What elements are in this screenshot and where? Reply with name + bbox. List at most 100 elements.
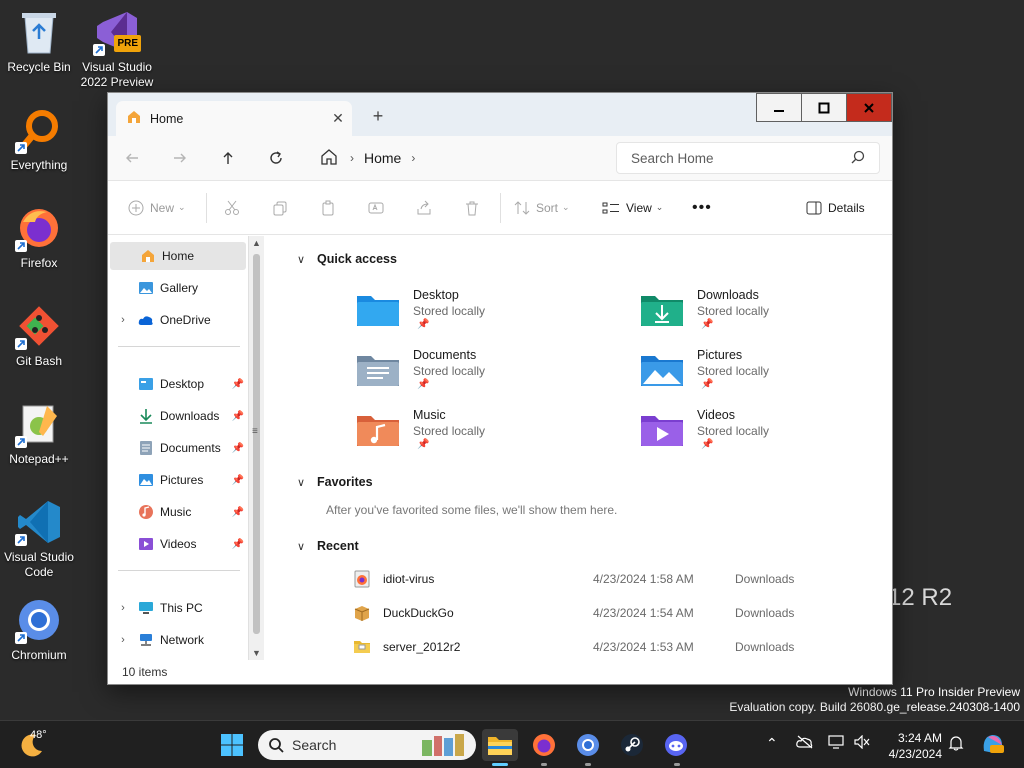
more-icon: ••• [692,198,712,216]
quick-access-downloads[interactable]: Downloads Stored locally 📌 [639,288,889,342]
start-button[interactable] [214,729,250,761]
music-icon [138,504,154,520]
nav-item-music[interactable]: Music 📌 [108,498,246,526]
search-input[interactable] [631,150,851,166]
nav-scrollbar[interactable]: ▲ ≡ ▼ [248,236,264,660]
cut-button[interactable] [224,192,240,224]
nav-item-videos[interactable]: Videos 📌 [108,530,246,558]
tab-close-icon[interactable]: ✕ [324,110,352,127]
nav-label: Gallery [160,281,199,295]
view-button[interactable]: View ⌄ [602,192,663,224]
chevron-down-icon[interactable]: ∨ [297,253,317,266]
chevron-right-icon[interactable]: › [108,634,138,646]
scrollbar-thumb[interactable] [253,254,260,634]
refresh-button[interactable] [252,136,300,180]
desktop-icon-visual-studio-preview[interactable]: PRE Visual Studio 2022 Preview [77,8,157,90]
taskbar-discord[interactable] [658,729,694,761]
chevron-right-icon[interactable]: › [411,151,415,165]
taskbar-file-explorer[interactable] [482,729,518,761]
sort-button[interactable]: Sort ⌄ [514,192,570,224]
taskbar-chromium[interactable] [570,729,606,761]
nav-item-home[interactable]: Home [110,242,246,270]
nav-item-this-pc[interactable]: › This PC [108,594,246,622]
desktop-icon-everything[interactable]: Everything [0,106,79,173]
recent-name: idiot-virus [383,572,435,586]
nav-item-pictures[interactable]: Pictures 📌 [108,466,246,494]
scroll-down-icon[interactable]: ▼ [252,648,261,658]
breadcrumb-home[interactable]: Home [364,150,401,166]
nav-item-onedrive[interactable]: › OneDrive [108,306,246,334]
chevron-down-icon[interactable]: ∨ [297,476,317,489]
quick-access-videos[interactable]: Videos Stored locally 📌 [639,408,889,462]
minimize-button[interactable] [756,93,802,122]
taskbar-firefox[interactable] [526,729,562,761]
nav-item-documents[interactable]: Documents 📌 [108,434,246,462]
search-box[interactable] [616,142,880,174]
nav-item-gallery[interactable]: Gallery [108,274,246,302]
nav-item-downloads[interactable]: Downloads 📌 [108,402,246,430]
back-button[interactable] [108,136,156,180]
new-button[interactable]: New ⌄ [128,192,186,224]
quick-access-documents[interactable]: Documents Stored locally 📌 [355,348,605,402]
maximize-button[interactable] [801,93,847,122]
desktop-icon-label: Chromium [11,648,67,662]
recent-row[interactable]: DuckDuckGo 4/23/2024 1:54 AM Downloads [353,600,833,626]
notification-bell-icon[interactable] [948,735,964,754]
chevron-right-icon[interactable]: › [350,151,354,165]
desktop-icon-notepad-plus-plus[interactable]: Notepad++ [0,400,79,467]
desktop-icon-chromium[interactable]: Chromium [0,596,79,663]
delete-button[interactable] [464,192,480,224]
taskbar-search[interactable]: Search [258,730,476,760]
paste-button[interactable] [320,192,336,224]
recent-row[interactable]: idiot-virus 4/23/2024 1:58 AM Downloads [353,566,833,592]
desktop-icon-firefox[interactable]: Firefox [0,204,79,271]
tab-home[interactable]: Home ✕ [116,101,352,136]
close-button[interactable] [846,93,892,122]
quick-access-pictures[interactable]: Pictures Stored locally 📌 [639,348,889,402]
scroll-up-icon[interactable]: ▲ [252,238,261,248]
desktop-icon-vscode[interactable]: Visual Studio Code [0,498,79,580]
recent-row[interactable]: server_2012r2 4/23/2024 1:53 AM Download… [353,634,833,660]
copy-button[interactable] [272,192,288,224]
rename-button[interactable] [368,192,384,224]
new-tab-button[interactable]: + [366,104,390,128]
nav-item-desktop[interactable]: Desktop 📌 [108,370,246,398]
quick-access-desktop[interactable]: Desktop Stored locally 📌 [355,288,605,342]
firefox-icon [15,204,63,252]
more-options-button[interactable]: ••• [692,192,712,224]
details-pane-button[interactable]: Details [806,192,865,224]
volume-muted-icon[interactable] [854,734,870,752]
tile-sub: Stored locally [697,364,770,378]
taskbar-steam[interactable] [614,729,650,761]
network-icon [138,632,154,648]
quick-access-music[interactable]: Music Stored locally 📌 [355,408,605,462]
forward-button[interactable] [156,136,204,180]
address-field[interactable]: › Home › [308,142,606,174]
show-hidden-icons-chevron-up-icon[interactable]: ⌃ [766,735,778,752]
desktop-icon-git-bash[interactable]: Git Bash [0,302,79,369]
git-bash-icon [15,302,63,350]
up-button[interactable] [204,136,252,180]
file-explorer-window: Home ✕ + › Home › Search Home New ⌄ Sort… [108,93,892,684]
system-clock[interactable]: 3:24 AM 4/23/2024 [889,730,942,762]
nav-item-network[interactable]: › Network [108,626,246,654]
chevron-right-icon[interactable]: › [108,602,138,614]
shortcut-arrow-icon [15,632,27,644]
chevron-right-icon[interactable]: › [108,314,138,326]
home-outline-icon[interactable] [320,148,338,169]
section-favorites[interactable]: ∨ Favorites [297,475,373,489]
section-recent[interactable]: ∨ Recent [297,539,359,553]
chevron-down-icon[interactable]: ∨ [297,540,317,553]
section-quick-access[interactable]: ∨ Quick access [297,252,397,266]
onedrive-offline-icon[interactable] [796,735,814,752]
shortcut-arrow-icon [15,240,27,252]
recycle-bin-icon [15,8,63,56]
weather-widget[interactable]: 48° [18,729,47,759]
section-title: Favorites [317,475,373,489]
copilot-icon[interactable] [980,731,1006,760]
search-icon[interactable] [851,150,865,167]
desktop-icon-recycle-bin[interactable]: Recycle Bin [0,8,79,75]
share-button[interactable] [416,192,432,224]
shortcut-arrow-icon [15,338,27,350]
network-status-icon[interactable] [828,735,844,752]
